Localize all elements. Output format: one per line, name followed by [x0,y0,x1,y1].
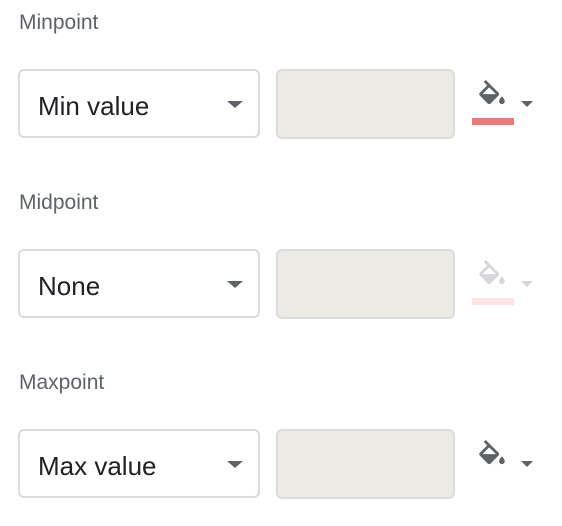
minpoint-color-swatch [472,118,514,125]
chevron-down-icon [521,461,533,467]
maxpoint-type-select[interactable]: Max value [18,429,260,498]
midpoint-type-select[interactable]: None [18,249,260,318]
chevron-down-icon [227,461,243,468]
chevron-down-icon [227,101,243,108]
maxpoint-section: Maxpoint Max value [0,360,562,520]
chevron-down-icon [227,281,243,288]
minpoint-label: Minpoint [19,11,99,34]
midpoint-color-picker [468,260,540,310]
paint-bucket-icon [479,440,505,465]
midpoint-color-swatch [472,298,514,305]
midpoint-section: Midpoint None [0,180,562,340]
maxpoint-color-picker[interactable] [468,440,540,490]
paint-bucket-icon [479,260,505,285]
maxpoint-type-value: Max value [38,451,157,481]
midpoint-type-value: None [38,271,101,301]
maxpoint-label: Maxpoint [19,371,105,394]
paint-bucket-icon [479,80,505,105]
minpoint-color-picker[interactable] [468,80,540,130]
minpoint-type-select[interactable]: Min value [18,69,260,138]
chevron-down-icon [521,101,533,107]
minpoint-type-value: Min value [38,91,150,121]
minpoint-value-input[interactable] [276,69,455,139]
chevron-down-icon [521,281,533,287]
maxpoint-value-input[interactable] [276,429,455,499]
midpoint-label: Midpoint [19,191,99,214]
minpoint-section: Minpoint Min value [0,0,562,160]
maxpoint-color-swatch [472,478,514,485]
midpoint-value-input[interactable] [276,249,455,319]
